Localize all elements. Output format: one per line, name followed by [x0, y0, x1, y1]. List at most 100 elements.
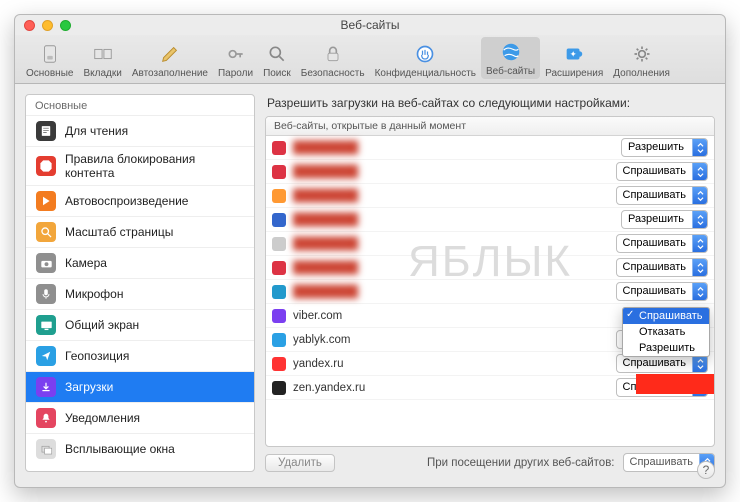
tab-extensions[interactable]: ✦ Расширения — [540, 41, 608, 79]
dropdown-option[interactable]: Спрашивать — [623, 308, 709, 324]
window-title: Веб-сайты — [15, 18, 725, 32]
select-value: Спрашивать — [617, 259, 692, 276]
titlebar: Веб-сайты — [15, 15, 725, 35]
select-value: Спрашивать — [617, 283, 692, 300]
tab-websites[interactable]: Веб-сайты — [481, 37, 540, 79]
bell-icon — [36, 408, 56, 428]
permission-select[interactable]: Спрашивать — [616, 258, 708, 277]
minimize-icon[interactable] — [42, 20, 53, 31]
host-label: zen.yandex.ru — [293, 382, 616, 394]
sidebar-item[interactable]: Правила блокирования контента — [26, 146, 254, 185]
sidebar-item[interactable]: Микрофон — [26, 278, 254, 309]
sidebar-item-label: Общий экран — [65, 318, 139, 332]
tab-passwords[interactable]: Пароли — [213, 41, 258, 79]
host-label: ████████ — [293, 142, 621, 154]
table-row[interactable]: zen.yandex.ruСпрашивать — [266, 376, 714, 400]
camera-icon — [36, 253, 56, 273]
chevron-updown-icon — [692, 235, 707, 252]
permission-select[interactable]: Разрешить — [621, 138, 708, 157]
permission-select[interactable]: Спрашивать — [616, 162, 708, 181]
sidebar-item[interactable]: Масштаб страницы — [26, 216, 254, 247]
permission-select[interactable]: Спрашивать — [616, 234, 708, 253]
favicon-icon — [272, 141, 286, 155]
permission-select[interactable]: Разрешить — [621, 210, 708, 229]
favicon-icon — [272, 213, 286, 227]
chevron-updown-icon — [692, 211, 707, 228]
sidebar-item-label: Загрузки — [65, 380, 113, 394]
permission-dropdown-open[interactable]: Спрашивать Отказать Разрешить — [622, 307, 710, 357]
popup-icon — [36, 439, 56, 459]
mic-icon — [36, 284, 56, 304]
select-value: Спрашивать — [617, 163, 692, 180]
sidebar-item[interactable]: Камера — [26, 247, 254, 278]
tab-search[interactable]: Поиск — [258, 41, 296, 79]
table-row[interactable]: ████████Спрашивать — [266, 256, 714, 280]
footer-label: При посещении других веб-сайтов: — [427, 457, 615, 469]
chevron-updown-icon — [692, 187, 707, 204]
tab-label: Автозаполнение — [132, 68, 208, 79]
tab-label: Поиск — [263, 68, 291, 79]
delete-button[interactable]: Удалить — [265, 454, 335, 472]
sidebar-item-label: Геопозиция — [65, 349, 129, 363]
sidebar-item[interactable]: Для чтения — [26, 115, 254, 146]
favicon-icon — [272, 381, 286, 395]
favicon-icon — [272, 285, 286, 299]
tab-label: Вкладки — [83, 68, 121, 79]
dropdown-option[interactable]: Отказать — [623, 324, 709, 340]
table-row[interactable]: ████████Спрашивать — [266, 184, 714, 208]
toolbar: Основные Вкладки Автозаполнение Пароли П… — [15, 35, 725, 84]
content: Основные Для чтения Правила блокирования … — [15, 84, 725, 482]
sidebar-item[interactable]: Геопозиция — [26, 340, 254, 371]
table-row[interactable]: ████████Разрешить — [266, 208, 714, 232]
sidebar-item-label: Правила блокирования контента — [65, 152, 244, 180]
download-icon — [36, 377, 56, 397]
favicon-icon — [272, 261, 286, 275]
table-row[interactable]: ████████Разрешить — [266, 136, 714, 160]
tab-general[interactable]: Основные — [21, 41, 78, 79]
sidebar-item[interactable]: Загрузки — [26, 371, 254, 402]
sidebar-item[interactable]: Автовоспроизведение — [26, 185, 254, 216]
host-label: ████████ — [293, 190, 616, 202]
permission-select[interactable]: Спрашивать — [616, 378, 708, 397]
tab-label: Веб-сайты — [486, 66, 535, 77]
sidebar-group-title: Основные — [26, 95, 254, 115]
sidebar-item[interactable]: Уведомления — [26, 402, 254, 433]
select-value: Разрешить — [622, 139, 692, 156]
sidebar-item[interactable]: Общий экран — [26, 309, 254, 340]
permission-select[interactable]: Спрашивать — [616, 282, 708, 301]
key-icon — [223, 41, 249, 67]
search-icon — [264, 41, 290, 67]
table-row[interactable]: ████████Спрашивать — [266, 160, 714, 184]
play-icon — [36, 191, 56, 211]
arrow-icon — [36, 346, 56, 366]
table-rows: ████████Разрешить████████Спрашивать█████… — [266, 136, 714, 400]
tab-label: Основные — [26, 68, 73, 79]
stop-icon — [36, 156, 56, 176]
sidebar-item-label: Для чтения — [65, 124, 128, 138]
table-row[interactable]: ████████Спрашивать — [266, 232, 714, 256]
permission-select[interactable]: Спрашивать — [616, 186, 708, 205]
table-row[interactable]: ████████Спрашивать — [266, 280, 714, 304]
sidebar-item-label: Масштаб страницы — [65, 225, 173, 239]
dropdown-option[interactable]: Разрешить — [623, 340, 709, 356]
close-icon[interactable] — [24, 20, 35, 31]
favicon-icon — [272, 357, 286, 371]
pencil-icon — [157, 41, 183, 67]
favicon-icon — [272, 165, 286, 179]
tab-security[interactable]: Безопасность — [296, 41, 370, 79]
select-value: Спрашивать — [624, 454, 699, 471]
tab-tabs[interactable]: Вкладки — [78, 41, 126, 79]
tab-autofill[interactable]: Автозаполнение — [127, 41, 213, 79]
reader-icon — [36, 121, 56, 141]
tab-advanced[interactable]: Дополнения — [608, 41, 675, 79]
chevron-updown-icon — [692, 139, 707, 156]
lock-icon — [320, 41, 346, 67]
sidebar-item[interactable]: Всплывающие окна — [26, 433, 254, 464]
gear-switch-icon — [37, 41, 63, 67]
maximize-icon[interactable] — [60, 20, 71, 31]
tab-label: Дополнения — [613, 68, 670, 79]
chevron-updown-icon — [692, 283, 707, 300]
tab-privacy[interactable]: Конфиденциальность — [370, 41, 481, 79]
help-button[interactable]: ? — [697, 461, 715, 479]
hand-icon — [412, 41, 438, 67]
